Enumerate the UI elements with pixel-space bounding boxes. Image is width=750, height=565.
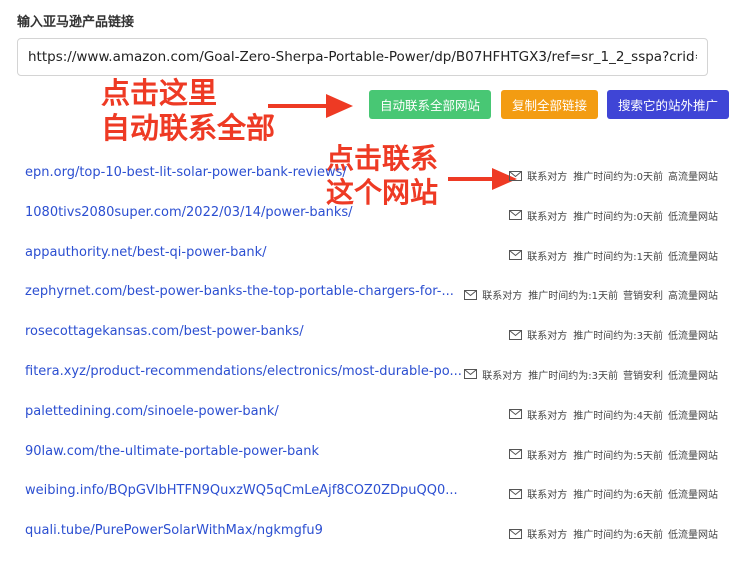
promo-time: 推广时间约为:3天前 (528, 370, 618, 382)
annotation-click-here-line1: 点击这里 (101, 76, 218, 110)
result-link[interactable]: quali.tube/PurePowerSolarWithMax/ngkmgfu… (25, 523, 323, 538)
contact-link[interactable]: 联系对方 (527, 526, 567, 541)
mail-icon[interactable] (509, 329, 523, 340)
traffic-level: 低流量网站 (668, 530, 718, 542)
mail-icon[interactable] (509, 449, 523, 460)
mail-icon[interactable] (464, 369, 478, 380)
promo-time: 推广时间约为:1天前 (528, 291, 618, 303)
result-row: zephyrnet.com/best-power-banks-the-top-p… (0, 273, 750, 313)
result-meta: 联系对方 推广时间约为:6天前 低流量网站 (509, 486, 718, 501)
auto-contact-all-button[interactable]: 自动联系全部网站 (369, 90, 491, 119)
traffic-level: 低流量网站 (668, 370, 718, 382)
contact-link[interactable]: 联系对方 (527, 208, 567, 223)
contact-link[interactable]: 联系对方 (527, 447, 567, 462)
annotation-click-here: 点击这里 自动联系全部 (101, 76, 275, 146)
result-meta: 联系对方 推广时间约为:1天前 低流量网站 (509, 248, 718, 263)
promo-time: 推广时间约为:5天前 (573, 450, 663, 462)
url-field-label: 输入亚马逊产品链接 (17, 15, 135, 30)
marketing-tag: 营销安利 (623, 291, 663, 303)
result-link[interactable]: appauthority.net/best-qi-power-bank/ (25, 245, 266, 260)
result-link[interactable]: zephyrnet.com/best-power-banks-the-top-p… (25, 284, 454, 299)
result-link[interactable]: weibing.info/BQpGVlbHTFN9QuxzWQ5qCmLeAjf… (25, 483, 458, 498)
result-row: rosecottagekansas.com/best-power-banks/联… (0, 313, 750, 353)
result-row: 90law.com/the-ultimate-portable-power-ba… (0, 433, 750, 473)
result-row: 1080tivs2080super.com/2022/03/14/power-b… (0, 194, 750, 234)
promo-time: 推广时间约为:0天前 (573, 172, 663, 183)
promo-time: 推广时间约为:6天前 (573, 490, 663, 502)
promo-time: 推广时间约为:4天前 (573, 410, 663, 422)
result-meta: 联系对方 推广时间约为:0天前 低流量网站 (509, 208, 718, 223)
copy-all-links-button[interactable]: 复制全部链接 (501, 90, 598, 119)
result-meta: 联系对方 推广时间约为:4天前 低流量网站 (509, 407, 718, 422)
promo-time: 推广时间约为:3天前 (573, 331, 663, 343)
traffic-level: 低流量网站 (668, 331, 718, 343)
contact-link[interactable]: 联系对方 (482, 287, 522, 302)
mail-icon[interactable] (509, 250, 523, 261)
mail-icon[interactable] (509, 170, 523, 181)
mail-icon[interactable] (509, 528, 523, 539)
result-row: appauthority.net/best-qi-power-bank/联系对方… (0, 234, 750, 274)
result-link[interactable]: 90law.com/the-ultimate-portable-power-ba… (25, 444, 319, 459)
annotation-click-here-line2: 自动联系全部 (101, 110, 276, 145)
result-meta: 联系对方 推广时间约为:1天前 营销安利 高流量网站 (464, 287, 718, 302)
result-link[interactable]: palettedining.com/sinoele-power-bank/ (25, 404, 279, 419)
result-row: quali.tube/PurePowerSolarWithMax/ngkmgfu… (0, 512, 750, 552)
annotation-arrow-right-icon (268, 94, 353, 118)
result-row: fitera.xyz/product-recommendations/elect… (0, 353, 750, 393)
traffic-level: 低流量网站 (668, 450, 718, 462)
mail-icon[interactable] (509, 488, 523, 499)
mail-icon[interactable] (509, 210, 523, 221)
promo-time: 推广时间约为:0天前 (573, 211, 663, 223)
results-list: epn.org/top-10-best-lit-solar-power-bank… (0, 154, 750, 552)
promo-time: 推广时间约为:6天前 (573, 530, 663, 542)
result-link[interactable]: epn.org/top-10-best-lit-solar-power-bank… (25, 165, 347, 180)
traffic-level: 低流量网站 (668, 251, 718, 263)
result-link[interactable]: fitera.xyz/product-recommendations/elect… (25, 364, 462, 379)
contact-link[interactable]: 联系对方 (527, 248, 567, 263)
result-meta: 联系对方 推广时间约为:3天前 营销安利 低流量网站 (464, 367, 718, 382)
traffic-level: 低流量网站 (668, 211, 718, 223)
mail-icon[interactable] (464, 289, 478, 300)
contact-link[interactable]: 联系对方 (527, 407, 567, 422)
result-row: weibing.info/BQpGVlbHTFN9QuxzWQ5qCmLeAjf… (0, 472, 750, 512)
traffic-level: 低流量网站 (668, 490, 718, 502)
product-url-input[interactable] (17, 38, 708, 76)
result-meta: 联系对方 推广时间约为:3天前 低流量网站 (509, 327, 718, 342)
contact-link[interactable]: 联系对方 (527, 486, 567, 501)
mail-icon[interactable] (509, 409, 523, 420)
result-link[interactable]: rosecottagekansas.com/best-power-banks/ (25, 324, 304, 339)
contact-link[interactable]: 联系对方 (527, 168, 567, 183)
promo-time: 推广时间约为:1天前 (573, 251, 663, 263)
traffic-level: 低流量网站 (668, 410, 718, 422)
search-offsite-button[interactable]: 搜索它的站外推广 (607, 90, 729, 119)
result-row: palettedining.com/sinoele-power-bank/联系对… (0, 393, 750, 433)
traffic-level: 高流量网站 (668, 172, 718, 183)
result-meta: 联系对方 推广时间约为:6天前 低流量网站 (509, 526, 718, 541)
result-row: epn.org/top-10-best-lit-solar-power-bank… (0, 154, 750, 194)
result-link[interactable]: 1080tivs2080super.com/2022/03/14/power-b… (25, 205, 353, 220)
result-meta: 联系对方 推广时间约为:5天前 低流量网站 (509, 447, 718, 462)
contact-link[interactable]: 联系对方 (482, 367, 522, 382)
contact-link[interactable]: 联系对方 (527, 327, 567, 342)
traffic-level: 高流量网站 (668, 291, 718, 303)
result-meta: 联系对方 推广时间约为:0天前 高流量网站 (509, 168, 718, 183)
marketing-tag: 营销安利 (623, 370, 663, 382)
